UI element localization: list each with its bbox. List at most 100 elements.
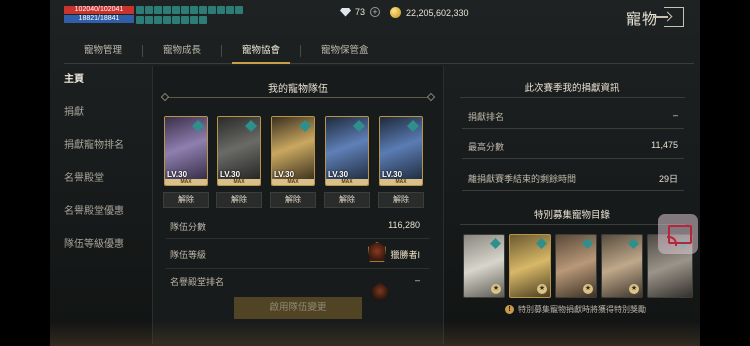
buff-icon: [145, 6, 153, 14]
pet-card[interactable]: LV.30 MAX: [325, 116, 369, 186]
alert-icon: !: [505, 305, 514, 315]
pet-level: LV.30: [328, 170, 349, 179]
buff-icon: [172, 6, 180, 14]
release-button[interactable]: 解除: [378, 192, 424, 208]
sidebar-item-hall-of-fame[interactable]: 名譽殿堂: [64, 165, 150, 198]
release-button[interactable]: 解除: [163, 192, 209, 208]
release-button[interactable]: 解除: [216, 192, 262, 208]
row-divider: [462, 190, 684, 191]
donation-rank-label: 捐獻排名: [468, 112, 505, 122]
sidebar-item-team-level-benefits[interactable]: 隊伍等級優惠: [64, 231, 150, 264]
hp-bar: 102040/102041: [64, 6, 134, 14]
buff-icon: [208, 6, 216, 14]
release-button[interactable]: 解除: [270, 192, 316, 208]
buff-icon: [181, 6, 189, 14]
add-gem-button[interactable]: +: [370, 7, 381, 17]
special-pet-card[interactable]: ★: [601, 234, 643, 298]
pet-max-label: MAX: [165, 179, 207, 185]
pet-max-label: MAX: [326, 179, 368, 185]
mp-bar: 18821/18841: [64, 15, 134, 23]
game-screen: 102040/102041 18821/18841 73 + 22,205,60…: [0, 0, 750, 346]
pet-card[interactable]: LV.30 MAX: [164, 116, 208, 186]
buff-icon: [136, 15, 144, 24]
pet-level: LV.30: [274, 170, 295, 179]
screen-cast-icon[interactable]: [658, 214, 698, 254]
sidebar-item-home[interactable]: 主頁: [64, 66, 150, 99]
section-divider: [460, 97, 685, 98]
star-icon: ★: [629, 284, 639, 294]
tab-pet-storage[interactable]: 寵物保管盒: [301, 38, 389, 63]
pet-type-icon: [536, 238, 547, 249]
best-score-value: 11,475: [651, 140, 678, 150]
apply-team-change-button[interactable]: 啟用隊伍變更: [234, 297, 362, 319]
sidebar-item-donation-ranking[interactable]: 捐獻寵物排名: [64, 132, 150, 165]
pet-type-icon: [628, 238, 639, 249]
donation-rank-value: –: [672, 110, 678, 120]
pet-type-icon: [490, 238, 501, 249]
letterbox-right: [700, 0, 750, 346]
release-button[interactable]: 解除: [324, 192, 370, 208]
star-icon: ★: [491, 284, 501, 294]
row-divider: [166, 238, 430, 239]
section-divider: [168, 97, 430, 98]
buff-icon: [190, 15, 198, 24]
tab-bar: 寵物管理 寵物成長 寵物協會 寵物保管盒: [64, 38, 694, 64]
team-title: 我的寵物隊伍: [268, 84, 328, 95]
pet-level: LV.30: [382, 170, 403, 179]
special-pet-card[interactable]: ★: [463, 234, 505, 298]
sidebar-item-donate[interactable]: 捐獻: [64, 99, 150, 132]
gold-amount: 22,205,602,330: [406, 7, 469, 18]
pet-card[interactable]: LV.30 MAX: [271, 116, 315, 186]
pet-type-icon: [582, 238, 593, 249]
buff-icon: [217, 6, 225, 14]
gem-currency: 73 +: [340, 7, 381, 17]
pet-card[interactable]: LV.30 MAX: [217, 116, 261, 186]
star-icon: ★: [537, 284, 547, 294]
pet-card[interactable]: LV.30 MAX: [379, 116, 423, 186]
special-pet-list-title: 特別募集寵物目錄: [533, 210, 610, 221]
buff-icon: [163, 6, 171, 14]
buff-icon: [154, 15, 162, 24]
gold-currency: 22,205,602,330: [390, 7, 469, 18]
buff-icon: [181, 15, 189, 24]
letterbox-left: [0, 0, 50, 346]
tab-pet-management[interactable]: 寵物管理: [64, 38, 142, 63]
sidebar-item-hall-of-fame-benefits[interactable]: 名譽殿堂優惠: [64, 198, 150, 231]
player-hud: 102040/102041 18821/18841: [64, 6, 134, 23]
bottom-decoration: [50, 322, 700, 346]
buff-icon: [235, 6, 243, 14]
special-pet-card[interactable]: ★: [555, 234, 597, 298]
buff-icon: [145, 15, 153, 24]
buff-icon: [199, 6, 207, 14]
pet-max-label: MAX: [272, 179, 314, 185]
buff-icon: [190, 6, 198, 14]
team-score-value: 116,280: [388, 220, 420, 230]
hall-rank-label: 名譽殿堂排名: [170, 277, 225, 287]
special-pet-card[interactable]: ★: [509, 234, 551, 298]
special-pet-notice: ! 特別募集寵物捐獻時將獲得特別獎勵: [505, 304, 646, 315]
best-score-label: 最高分數: [468, 142, 505, 152]
row-divider: [462, 158, 684, 159]
pet-max-label: MAX: [380, 179, 422, 185]
notice-text: 特別募集寵物捐獻時將獲得特別獎勵: [518, 305, 646, 314]
row-divider: [462, 128, 684, 129]
tab-pet-association[interactable]: 寵物協會: [222, 38, 300, 64]
team-level-label: 隊伍等級: [170, 250, 207, 260]
buff-icon: [226, 6, 234, 14]
star-icon: ★: [583, 284, 593, 294]
section-divider: [460, 224, 685, 225]
donation-info-title: 此次賽季我的捐獻資訊: [524, 83, 620, 94]
row-divider: [166, 268, 430, 269]
pet-level: LV.30: [167, 170, 188, 179]
page-title: 寵物: [626, 11, 659, 28]
buff-icon: [172, 15, 180, 24]
buff-icon: [154, 6, 162, 14]
buff-icons: [136, 6, 248, 24]
hall-rank-value: –: [414, 275, 420, 285]
tab-pet-growth[interactable]: 寵物成長: [143, 38, 221, 63]
pet-max-label: MAX: [218, 179, 260, 185]
gold-coin-icon: [390, 7, 401, 18]
sidebar: 主頁 捐獻 捐獻寵物排名 名譽殿堂 名譽殿堂優惠 隊伍等級優惠: [64, 66, 150, 264]
team-level-value: 獵勝者I: [390, 250, 420, 260]
exit-icon[interactable]: [654, 7, 684, 27]
